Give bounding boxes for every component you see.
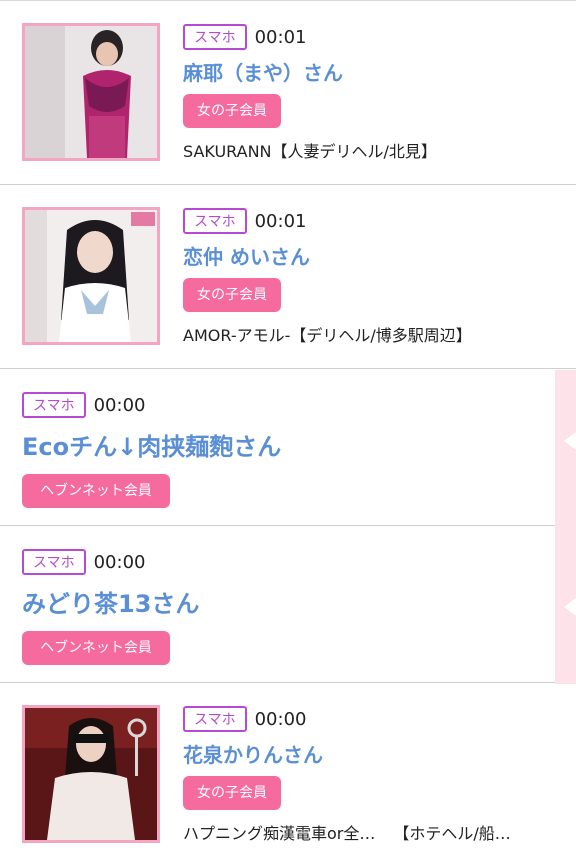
- device-tag: スマホ: [22, 549, 86, 575]
- member-type-badge: ヘブンネット会員: [22, 474, 170, 508]
- access-time: 00:00: [93, 551, 146, 573]
- device-tag: スマホ: [22, 392, 86, 418]
- profile-photo-icon: [25, 210, 157, 342]
- access-time: 00:01: [254, 26, 307, 48]
- profile-photo[interactable]: [22, 207, 160, 345]
- entry-info: スマホ 00:00 花泉かりんさん 女の子会員 ハプニング痴漢電車or全… 【ホテ…: [183, 705, 566, 844]
- chevron-left-icon: [564, 432, 576, 450]
- user-name: Ecoチん↓肉挟麺麭さん: [22, 433, 282, 461]
- profile-photo[interactable]: [22, 705, 160, 843]
- girl-name-link[interactable]: 麻耶（まや）さん: [183, 57, 566, 86]
- member-type-badge: 女の子会員: [183, 278, 281, 312]
- member-type-badge: 女の子会員: [183, 94, 281, 128]
- entry-info: スマホ 00:00 みどり茶13さん ヘブンネット会員: [22, 548, 566, 665]
- access-log-list: スマホ 00:01 麻耶（まや）さん 女の子会員 SAKURANN【人妻デリヘル…: [0, 0, 576, 866]
- access-time: 00:00: [93, 394, 146, 416]
- profile-photo[interactable]: [22, 23, 160, 161]
- chevron-left-icon: [564, 598, 576, 616]
- access-time: 00:00: [254, 708, 307, 730]
- member-type-badge: 女の子会員: [183, 776, 281, 810]
- shop-name[interactable]: AMOR-アモル-【デリヘル/博多駅周辺】: [183, 322, 566, 346]
- shop-area-part: 【ホテヘル/船…: [393, 824, 511, 843]
- shop-name-part: ハプニング痴漢電車or全…: [183, 824, 376, 843]
- member-type-badge: ヘブンネット会員: [22, 631, 170, 665]
- access-time: 00:01: [254, 210, 307, 232]
- entry-info: スマホ 00:00 Ecoチん↓肉挟麺麭さん ヘブンネット会員: [22, 391, 566, 508]
- entry-info: スマホ 00:01 恋仲 めいさん 女の子会員 AMOR-アモル-【デリヘル/博…: [183, 207, 566, 346]
- scroll-side-panel[interactable]: [555, 370, 576, 684]
- profile-photo-icon: [25, 708, 157, 840]
- device-tag: スマホ: [183, 208, 247, 234]
- entry-info: スマホ 00:01 麻耶（まや）さん 女の子会員 SAKURANN【人妻デリヘル…: [183, 23, 566, 162]
- device-tag: スマホ: [183, 24, 247, 50]
- user-name: みどり茶13さん: [22, 590, 200, 618]
- girl-name-link[interactable]: 花泉かりんさん: [183, 739, 566, 768]
- list-item[interactable]: スマホ 00:01 麻耶（まや）さん 女の子会員 SAKURANN【人妻デリヘル…: [0, 0, 576, 184]
- girl-name-link[interactable]: 恋仲 めいさん: [183, 241, 566, 270]
- list-item[interactable]: スマホ 00:00 花泉かりんさん 女の子会員 ハプニング痴漢電車or全… 【ホテ…: [0, 682, 576, 866]
- profile-photo-icon: [25, 26, 157, 158]
- device-tag: スマホ: [183, 706, 247, 732]
- shop-name[interactable]: SAKURANN【人妻デリヘル/北見】: [183, 138, 566, 162]
- shop-name[interactable]: ハプニング痴漢電車or全… 【ホテヘル/船…: [183, 820, 566, 844]
- list-item[interactable]: スマホ 00:00 Ecoチん↓肉挟麺麭さん ヘブンネット会員: [0, 368, 576, 525]
- list-item[interactable]: スマホ 00:00 みどり茶13さん ヘブンネット会員: [0, 525, 576, 682]
- list-item[interactable]: スマホ 00:01 恋仲 めいさん 女の子会員 AMOR-アモル-【デリヘル/博…: [0, 184, 576, 368]
